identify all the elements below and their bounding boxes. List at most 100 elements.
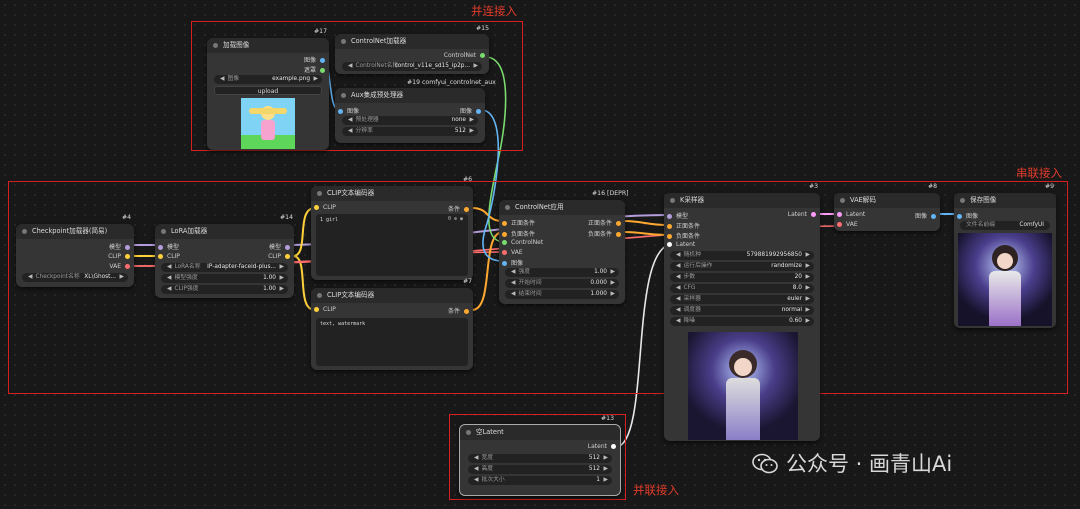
arrow-right-icon[interactable]: ▶ <box>474 62 478 71</box>
output-mask[interactable]: 遮罩 <box>304 65 325 74</box>
arrow-right-icon[interactable]: ▶ <box>604 476 608 485</box>
output-negative[interactable]: 负面条件 <box>588 229 621 238</box>
cfg-input[interactable]: ◀ CFG 8.0 ▶ <box>670 284 814 293</box>
input-clip[interactable]: CLIP <box>314 204 336 211</box>
output-vae[interactable]: VAE <box>109 263 130 270</box>
output-model[interactable]: 模型 <box>109 242 130 251</box>
arrow-left-icon[interactable]: ◀ <box>474 455 478 461</box>
input-controlnet[interactable]: ControlNet <box>502 239 543 246</box>
clip-text-encoder-negative-node[interactable]: CLIP文本编码器 CLIP 条件 text, watermark <box>311 288 473 370</box>
arrow-left-icon[interactable]: ◀ <box>676 252 680 258</box>
input-port-icon[interactable] <box>314 205 319 210</box>
lora-name-select[interactable]: ◀ LoRA名称 IP-adapter-faceid-plus... ▶ <box>161 263 288 272</box>
output-image[interactable]: 图像 <box>304 55 325 64</box>
arrow-left-icon[interactable]: ◀ <box>676 274 680 280</box>
model-strength-input[interactable]: ◀ 模型强度 1.00 ▶ <box>161 274 288 283</box>
denoise-input[interactable]: ◀ 降噪 0.60 ▶ <box>670 317 814 326</box>
load-image-node[interactable]: 加载图像 图像 遮罩 ◀ 图像 example.png ▶ upload <box>207 38 329 150</box>
input-port-icon[interactable] <box>837 222 842 227</box>
arrow-left-icon[interactable]: ◀ <box>348 63 352 69</box>
input-image[interactable]: 图像 <box>338 106 359 115</box>
input-port-icon[interactable] <box>502 240 507 245</box>
seed-input[interactable]: ◀ 随机种 579881992956850 ▶ <box>670 251 814 260</box>
arrow-left-icon[interactable]: ◀ <box>676 318 680 324</box>
node-title[interactable]: Aux集成预处理器 <box>335 88 485 103</box>
clip-text-encoder-positive-node[interactable]: CLIP文本编码器 CLIP 条件 1 girl 0 ⊕ ◉ <box>311 186 473 280</box>
arrow-left-icon[interactable]: ◀ <box>676 285 680 291</box>
empty-latent-node[interactable]: 空Latent Latent ◀ 宽度 512 ▶ ◀ 高度 512 ▶ ◀ 批次大小 1 ▶ <box>459 424 621 496</box>
collapse-dot-icon[interactable] <box>317 293 322 298</box>
strength-input[interactable]: ◀ 强度 1.00 ▶ <box>505 268 619 277</box>
arrow-left-icon[interactable]: ◀ <box>220 76 224 82</box>
arrow-left-icon[interactable]: ◀ <box>511 269 515 275</box>
input-model[interactable]: 模型 <box>158 242 179 251</box>
height-input[interactable]: ◀ 高度 512 ▶ <box>468 465 612 474</box>
arrow-right-icon[interactable]: ▶ <box>806 306 810 315</box>
output-port-icon[interactable] <box>931 214 936 219</box>
arrow-left-icon[interactable]: ◀ <box>511 280 515 286</box>
arrow-left-icon[interactable]: ◀ <box>167 275 171 281</box>
input-port-icon[interactable] <box>957 214 962 219</box>
output-positive[interactable]: 正面条件 <box>588 218 621 227</box>
input-port-icon[interactable] <box>667 242 672 247</box>
save-image-node[interactable]: 保存图像 图像 文件名前缀 ComfyUI <box>954 193 1056 328</box>
node-title[interactable]: VAE解码 <box>834 193 940 208</box>
collapse-dot-icon[interactable] <box>505 205 510 210</box>
input-port-icon[interactable] <box>667 234 672 239</box>
input-port-icon[interactable] <box>158 254 163 259</box>
node-title[interactable]: Checkpoint加载器(简易) <box>16 224 134 239</box>
output-port-icon[interactable] <box>811 212 816 217</box>
input-port-icon[interactable] <box>837 212 842 217</box>
output-port-icon[interactable] <box>611 444 616 449</box>
output-port-icon[interactable] <box>320 58 325 63</box>
collapse-dot-icon[interactable] <box>213 43 218 48</box>
collapse-dot-icon[interactable] <box>840 198 845 203</box>
arrow-right-icon[interactable]: ▶ <box>806 273 810 282</box>
arrow-left-icon[interactable]: ◀ <box>167 264 171 270</box>
output-port-icon[interactable] <box>476 109 481 114</box>
arrow-right-icon[interactable]: ▶ <box>280 285 284 294</box>
arrow-right-icon[interactable]: ▶ <box>611 290 615 299</box>
checkpoint-select[interactable]: ◀ Checkpoint名称 XL\Ghost... ▶ <box>22 273 128 282</box>
lora-loader-node[interactable]: LoRA加载器 模型 CLIP 模型 CLIP ◀ LoRA名称 IP-adapte… <box>155 224 294 298</box>
arrow-left-icon[interactable]: ◀ <box>474 466 478 472</box>
input-port-icon[interactable] <box>338 109 343 114</box>
scheduler-select[interactable]: ◀ 调度器 normal ▶ <box>670 306 814 315</box>
collapse-dot-icon[interactable] <box>341 93 346 98</box>
node-title[interactable]: LoRA加载器 <box>155 224 294 239</box>
ksampler-node[interactable]: K采样器 模型 正面条件 负面条件 Latent Latent ◀ 随机种 5798… <box>664 193 820 441</box>
arrow-left-icon[interactable]: ◀ <box>348 128 352 134</box>
arrow-right-icon[interactable]: ▶ <box>604 454 608 463</box>
collapse-dot-icon[interactable] <box>341 39 346 44</box>
node-title[interactable]: ControlNet加载器 <box>335 34 489 49</box>
arrow-right-icon[interactable]: ▶ <box>120 273 124 282</box>
width-input[interactable]: ◀ 宽度 512 ▶ <box>468 454 612 463</box>
arrow-right-icon[interactable]: ▶ <box>806 295 810 304</box>
output-port-icon[interactable] <box>285 245 290 250</box>
input-image[interactable]: 图像 <box>502 258 523 267</box>
output-port-icon[interactable] <box>464 309 469 314</box>
arrow-right-icon[interactable]: ▶ <box>604 465 608 474</box>
prompt-textarea[interactable]: text, watermark <box>316 318 468 366</box>
input-port-icon[interactable] <box>314 307 319 312</box>
arrow-right-icon[interactable]: ▶ <box>806 317 810 326</box>
input-port-icon[interactable] <box>502 232 507 237</box>
output-image[interactable]: 图像 <box>460 106 481 115</box>
output-model[interactable]: 模型 <box>269 242 290 251</box>
filename-prefix-input[interactable]: 文件名前缀 ComfyUI <box>960 221 1050 230</box>
resolution-input[interactable]: ◀ 分辨率 512 ▶ <box>342 127 478 136</box>
arrow-left-icon[interactable]: ◀ <box>474 477 478 483</box>
node-title[interactable]: K采样器 <box>664 193 820 208</box>
input-port-icon[interactable] <box>667 214 672 219</box>
output-conditioning[interactable]: 条件 <box>448 306 469 315</box>
end-percent-input[interactable]: ◀ 结束时间 1.000 ▶ <box>505 290 619 299</box>
collapse-dot-icon[interactable] <box>317 191 322 196</box>
clip-strength-input[interactable]: ◀ CLIP强度 1.00 ▶ <box>161 285 288 294</box>
controlnet-apply-node[interactable]: ControlNet应用 正面条件 负面条件 ControlNet VAE 图像… <box>499 200 625 304</box>
input-positive[interactable]: 正面条件 <box>667 221 700 230</box>
output-port-icon[interactable] <box>616 221 621 226</box>
node-title[interactable]: ControlNet应用 <box>499 200 625 215</box>
collapse-dot-icon[interactable] <box>670 198 675 203</box>
output-port-icon[interactable] <box>320 68 325 73</box>
input-negative[interactable]: 负面条件 <box>502 229 535 238</box>
